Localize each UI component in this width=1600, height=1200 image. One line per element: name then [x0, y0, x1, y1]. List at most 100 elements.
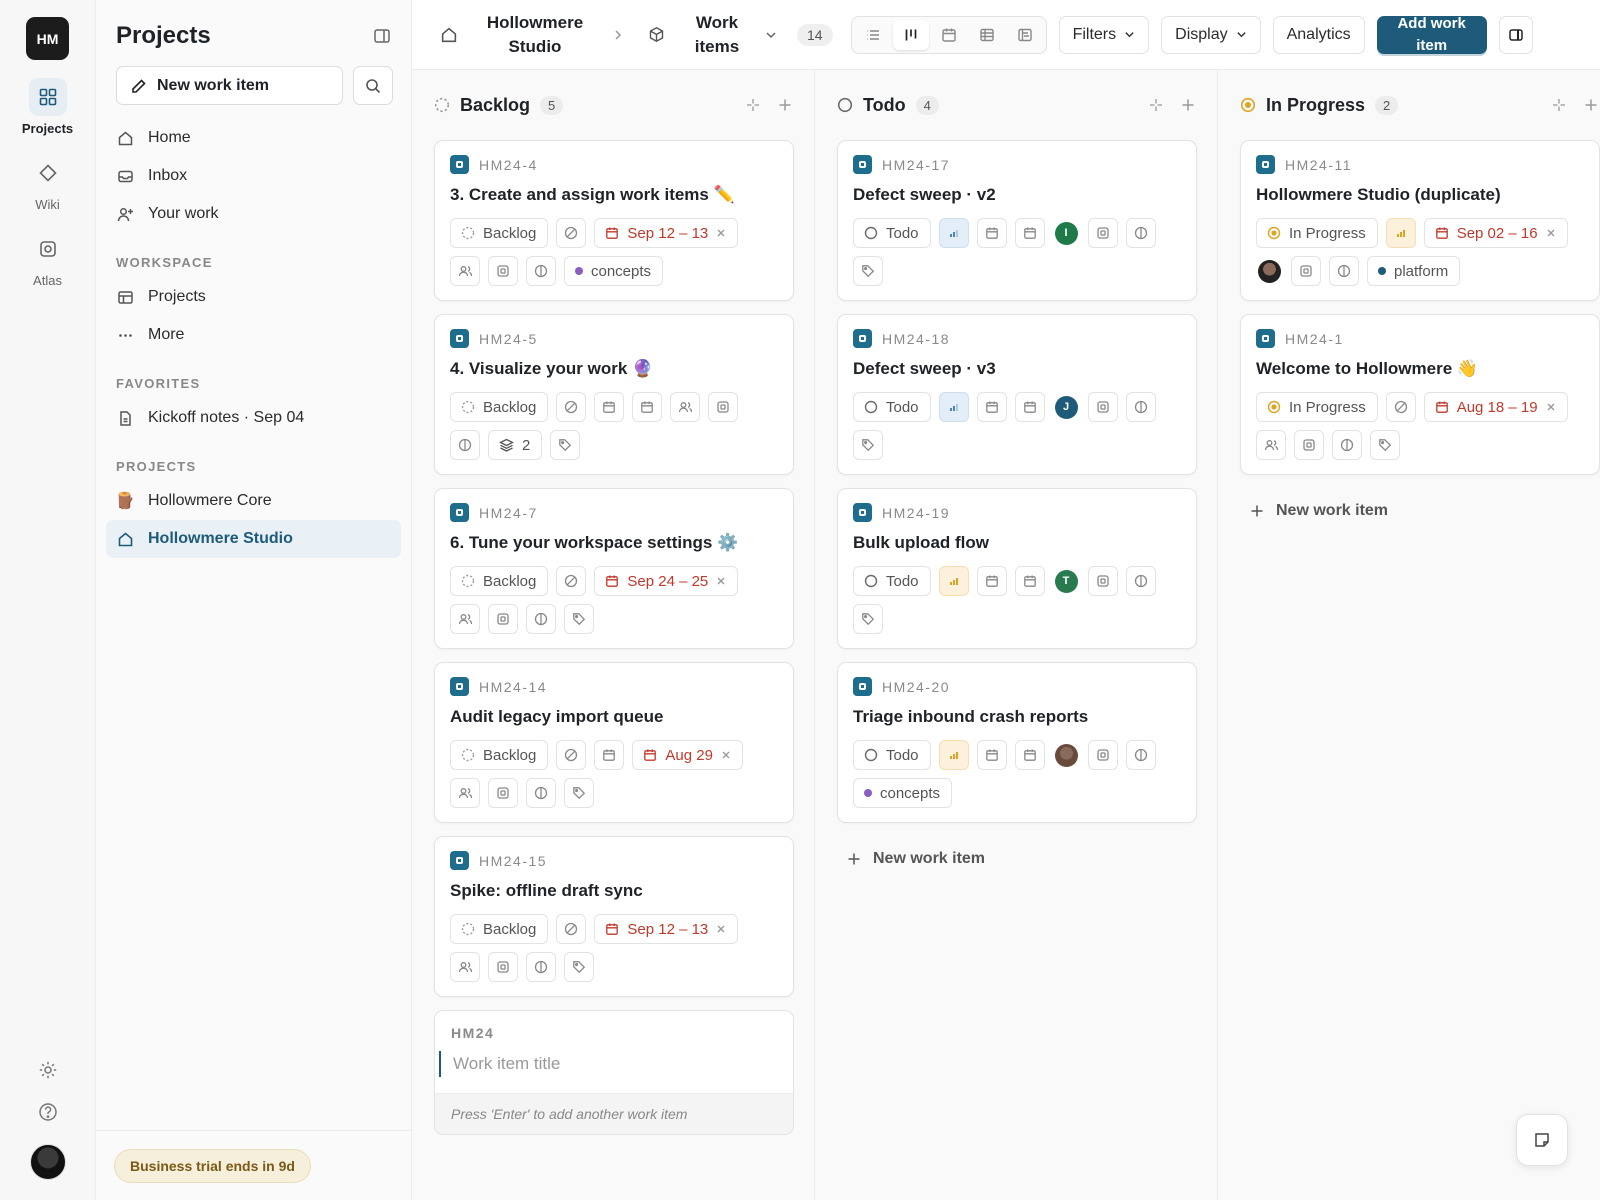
- estimate-button[interactable]: [450, 430, 480, 460]
- new-work-item-row[interactable]: New work item: [837, 836, 1197, 882]
- work-item-card[interactable]: HM24-4 3. Create and assign work items ✏…: [434, 140, 794, 301]
- none-button[interactable]: [556, 740, 587, 770]
- state-dropdown[interactable]: Backlog: [450, 914, 549, 944]
- module-button[interactable]: [488, 256, 518, 286]
- priority-chip[interactable]: [938, 566, 969, 596]
- kanban-layout-icon[interactable]: [892, 19, 929, 50]
- trial-badge[interactable]: Business trial ends in 9d: [114, 1148, 311, 1183]
- clear-date-icon[interactable]: [716, 924, 726, 934]
- assignee-avatar[interactable]: T: [1053, 566, 1080, 596]
- tag-button[interactable]: [564, 778, 594, 808]
- date-range-chip[interactable]: Sep 02 – 16: [1423, 218, 1568, 248]
- clear-date-icon[interactable]: [716, 228, 726, 238]
- priority-chip[interactable]: [1385, 218, 1416, 248]
- minimize-icon[interactable]: [1149, 98, 1163, 112]
- work-item-card[interactable]: HM24-14 Audit legacy import queue Backlo…: [434, 662, 794, 823]
- priority-chip[interactable]: [938, 740, 969, 770]
- calendar-layout-icon[interactable]: [931, 20, 967, 50]
- quick-add-card[interactable]: HM24 Work item title Press 'Enter' to ad…: [434, 1010, 794, 1135]
- priority-chip[interactable]: [938, 392, 969, 422]
- none-button[interactable]: [556, 914, 587, 944]
- display-button[interactable]: Display: [1161, 15, 1261, 54]
- members-button[interactable]: [450, 256, 480, 286]
- date-range-chip[interactable]: Aug 29: [632, 740, 743, 770]
- user-avatar[interactable]: [29, 1144, 66, 1180]
- nav-item-home[interactable]: Home: [106, 119, 401, 157]
- work-item-card[interactable]: HM24-18 Defect sweep · v3 Todo J: [837, 314, 1197, 475]
- module-button[interactable]: [488, 778, 518, 808]
- work-item-card[interactable]: HM24-15 Spike: offline draft sync Backlo…: [434, 836, 794, 997]
- work-item-title[interactable]: Spike: offline draft sync: [450, 881, 779, 901]
- nav-item-your-work[interactable]: Your work: [106, 195, 401, 233]
- minimize-icon[interactable]: [1552, 98, 1566, 112]
- list-layout-icon[interactable]: [855, 20, 891, 50]
- spreadsheet-layout-icon[interactable]: [969, 20, 1005, 50]
- work-item-card[interactable]: HM24-11 Hollowmere Studio (duplicate) In…: [1240, 140, 1600, 301]
- members-button[interactable]: [670, 392, 701, 422]
- work-item-card[interactable]: HM24-7 6. Tune your workspace settings ⚙…: [434, 488, 794, 649]
- state-dropdown[interactable]: Todo: [853, 566, 931, 596]
- work-item-title-input[interactable]: Work item title: [439, 1051, 793, 1077]
- chevron-down-icon[interactable]: [765, 29, 777, 41]
- label-chip[interactable]: platform: [1367, 256, 1461, 286]
- module-button[interactable]: [1087, 218, 1118, 248]
- state-dropdown[interactable]: Backlog: [450, 740, 549, 770]
- work-item-card[interactable]: HM24-1 Welcome to Hollowmere 👋 In Progre…: [1240, 314, 1600, 475]
- members-button[interactable]: [450, 778, 480, 808]
- state-dropdown[interactable]: Todo: [853, 218, 931, 248]
- date-range-chip[interactable]: Sep 24 – 25: [594, 566, 739, 596]
- new-work-item-button[interactable]: New work item: [116, 66, 343, 105]
- clear-date-icon[interactable]: [1546, 228, 1556, 238]
- module-button[interactable]: [1294, 430, 1324, 460]
- tag-button[interactable]: [550, 430, 581, 460]
- cal-button[interactable]: [976, 392, 1007, 422]
- work-item-title[interactable]: 6. Tune your workspace settings ⚙️: [450, 533, 779, 553]
- estimate-button[interactable]: [1332, 430, 1362, 460]
- work-item-title[interactable]: 3. Create and assign work items ✏️: [450, 185, 779, 205]
- state-dropdown[interactable]: Todo: [853, 392, 931, 422]
- gantt-layout-icon[interactable]: [1007, 20, 1043, 50]
- state-dropdown[interactable]: In Progress: [1256, 392, 1378, 422]
- cal-button[interactable]: [594, 392, 625, 422]
- work-item-title[interactable]: Bulk upload flow: [853, 533, 1182, 553]
- cal-button[interactable]: [976, 218, 1007, 248]
- analytics-button[interactable]: Analytics: [1272, 15, 1365, 54]
- estimate-button[interactable]: [526, 604, 556, 634]
- breadcrumb-section[interactable]: Work items: [687, 11, 747, 59]
- assignee-avatar[interactable]: I: [1053, 218, 1080, 248]
- estimate-button[interactable]: [1125, 218, 1156, 248]
- cal-button[interactable]: [976, 566, 1007, 596]
- plus-icon[interactable]: [778, 98, 792, 112]
- module-button[interactable]: [1087, 392, 1118, 422]
- module-button[interactable]: [1087, 740, 1118, 770]
- estimate-button[interactable]: [1329, 256, 1359, 286]
- cal-button[interactable]: [632, 392, 663, 422]
- cal-button[interactable]: [1014, 392, 1045, 422]
- label-chip[interactable]: concepts: [564, 256, 664, 286]
- estimate-button[interactable]: [526, 778, 556, 808]
- search-button[interactable]: [353, 66, 393, 105]
- cal-button[interactable]: [976, 740, 1007, 770]
- state-dropdown[interactable]: In Progress: [1256, 218, 1378, 248]
- work-item-title[interactable]: Hollowmere Studio (duplicate): [1256, 185, 1585, 205]
- plus-icon[interactable]: [1584, 98, 1598, 112]
- sticky-note-button[interactable]: [1516, 1114, 1568, 1166]
- work-item-card[interactable]: HM24-17 Defect sweep · v2 Todo I: [837, 140, 1197, 301]
- tag-button[interactable]: [853, 430, 883, 460]
- cal-button[interactable]: [1014, 740, 1045, 770]
- work-item-card[interactable]: HM24-20 Triage inbound crash reports Tod…: [837, 662, 1197, 823]
- assignee-avatar[interactable]: [1256, 256, 1283, 286]
- module-button[interactable]: [708, 392, 739, 422]
- clear-date-icon[interactable]: [721, 750, 731, 760]
- project-item-hollowmere-studio[interactable]: Hollowmere Studio: [106, 520, 401, 558]
- tag-button[interactable]: [853, 256, 883, 286]
- none-button[interactable]: [1385, 392, 1416, 422]
- filters-button[interactable]: Filters: [1058, 15, 1150, 54]
- home-icon[interactable]: [440, 26, 458, 44]
- work-item-title[interactable]: Triage inbound crash reports: [853, 707, 1182, 727]
- nav-item-inbox[interactable]: Inbox: [106, 157, 401, 195]
- cal-button[interactable]: [594, 740, 625, 770]
- state-dropdown[interactable]: Backlog: [450, 566, 549, 596]
- work-item-card[interactable]: HM24-5 4. Visualize your work 🔮 Backlog …: [434, 314, 794, 475]
- clear-date-icon[interactable]: [1546, 402, 1556, 412]
